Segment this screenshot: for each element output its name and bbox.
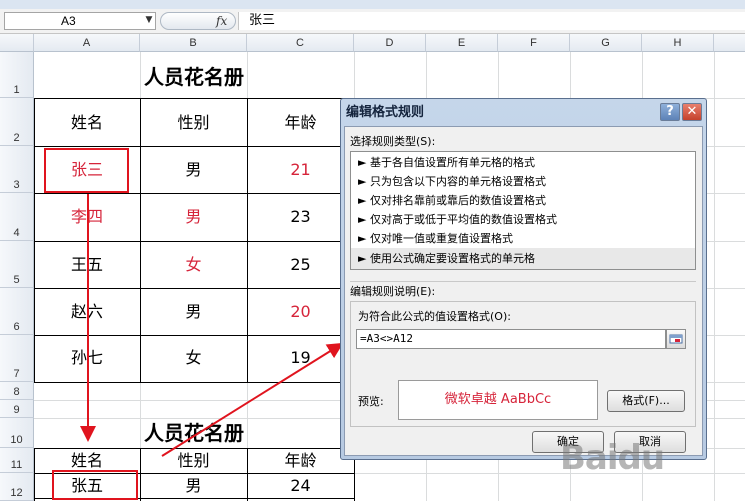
- rule-type-item[interactable]: ► 基于各自值设置所有单元格的格式: [358, 153, 694, 172]
- dialog-title: 编辑格式规则: [346, 105, 425, 120]
- rule-type-item[interactable]: ► 只为包含以下内容的单元格设置格式: [358, 172, 694, 191]
- close-button[interactable]: ✕: [682, 103, 702, 121]
- preview-box: 微软卓越 AaBbCc: [398, 380, 598, 420]
- range-select-icon: [669, 334, 683, 344]
- preview-label: 预览:: [358, 395, 384, 408]
- select-rule-type-label: 选择规则类型(S):: [350, 135, 436, 148]
- formula-label: 为符合此公式的值设置格式(O):: [358, 310, 511, 323]
- divider: [350, 281, 696, 282]
- edit-rule-desc-label: 编辑规则说明(E):: [350, 285, 436, 298]
- watermark-logo: Baidu: [560, 438, 665, 478]
- rule-type-item-selected[interactable]: ► 使用公式确定要设置格式的单元格: [358, 249, 694, 268]
- collapse-dialog-button[interactable]: [666, 329, 686, 349]
- format-button[interactable]: 格式(F)...: [607, 390, 685, 412]
- rule-type-item[interactable]: ► 仅对排名靠前或靠后的数值设置格式: [358, 191, 694, 210]
- rule-type-item[interactable]: ► 仅对高于或低于平均值的数值设置格式: [358, 210, 694, 229]
- help-button[interactable]: ?: [660, 103, 680, 121]
- rule-type-item[interactable]: ► 仅对唯一值或重复值设置格式: [358, 229, 694, 248]
- formula-field[interactable]: =A3<>A12: [356, 329, 666, 349]
